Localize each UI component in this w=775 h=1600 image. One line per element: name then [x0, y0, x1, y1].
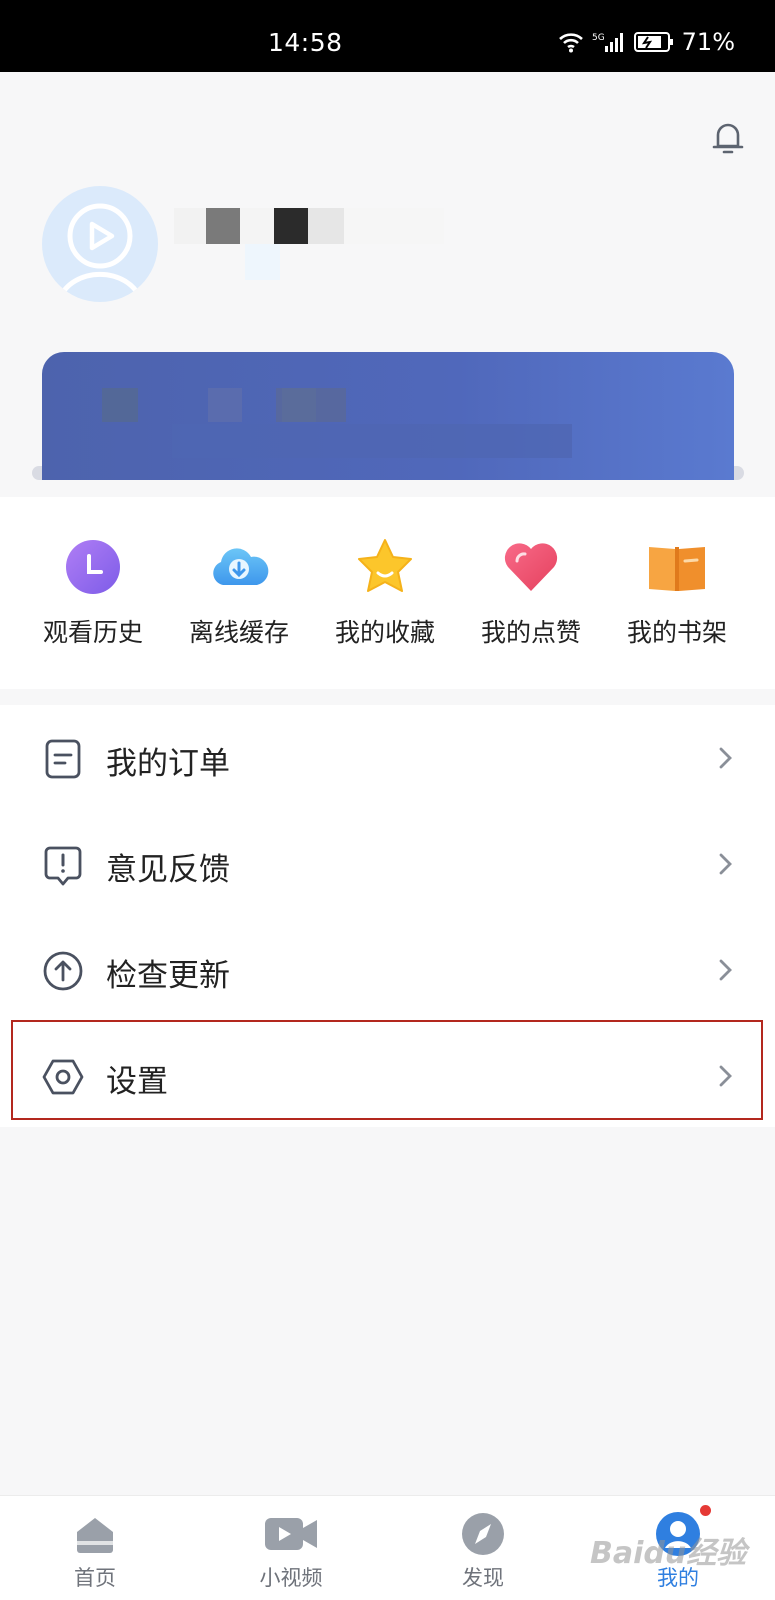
quick-offline-cache[interactable]: 离线缓存 [166, 535, 312, 649]
nav-discover[interactable]: 发现 [423, 1510, 543, 1592]
quick-label: 离线缓存 [188, 618, 289, 647]
watermark: Baidu经验 [590, 1536, 747, 1571]
status-time: 14:58 [268, 28, 343, 57]
order-icon [45, 739, 81, 779]
username-redacted [174, 208, 454, 244]
status-bar: 14:58 5G 71% [0, 0, 775, 72]
battery-percent: 71% [681, 28, 735, 56]
quick-label: 我的收藏 [334, 618, 435, 647]
heart-icon [504, 543, 558, 591]
chevron-right-icon [719, 853, 732, 875]
menu-item-feedback[interactable]: 意见反馈 [0, 811, 775, 917]
notification-dot [700, 1505, 711, 1516]
nav-home[interactable]: 首页 [35, 1510, 155, 1592]
book-icon [649, 547, 705, 591]
nav-label: 发现 [462, 1566, 504, 1590]
quick-my-favorites[interactable]: 我的收藏 [312, 535, 458, 649]
menu-label: 设置 [106, 1064, 168, 1100]
nav-short-video[interactable]: 小视频 [231, 1510, 351, 1592]
update-icon [43, 951, 83, 991]
star-icon [358, 539, 412, 592]
wifi-icon [558, 33, 583, 53]
member-banner[interactable] [42, 352, 734, 480]
svg-text:5G: 5G [592, 33, 605, 43]
battery-icon [633, 32, 673, 52]
quick-my-likes[interactable]: 我的点赞 [458, 535, 604, 649]
avatar[interactable] [42, 186, 158, 302]
home-icon [77, 1518, 113, 1553]
status-icons: 5G 71% [558, 28, 735, 56]
menu-label: 我的订单 [106, 746, 230, 782]
quick-tools: 观看历史 离线缓存 我的收藏 我的点赞 我的书架 [0, 497, 775, 689]
menu-item-my-orders[interactable]: 我的订单 [0, 705, 775, 811]
menu-label: 检查更新 [106, 958, 230, 994]
feedback-icon [44, 846, 82, 886]
clock-icon [66, 540, 120, 594]
menu-label: 意见反馈 [106, 852, 230, 888]
quick-watch-history[interactable]: 观看历史 [20, 535, 166, 649]
settings-icon [42, 1059, 84, 1095]
nav-label: 小视频 [259, 1566, 323, 1590]
bell-icon[interactable] [708, 118, 748, 158]
signal-icon: 5G [592, 33, 623, 52]
menu-item-check-update[interactable]: 检查更新 [0, 917, 775, 1023]
settings-menu: 我的订单 意见反馈 检查更新 设置 [0, 705, 775, 1127]
compass-icon [462, 1513, 504, 1555]
quick-label: 我的书架 [626, 618, 727, 647]
quick-my-bookshelf[interactable]: 我的书架 [604, 535, 750, 649]
video-icon [265, 1518, 317, 1550]
chevron-right-icon [719, 959, 732, 981]
cloud-download-icon [213, 548, 269, 585]
nav-label: 首页 [74, 1566, 116, 1590]
quick-label: 观看历史 [42, 618, 143, 647]
user-subtitle-redacted [245, 244, 280, 280]
avatar-play-icon [57, 203, 143, 300]
chevron-right-icon [719, 1065, 732, 1087]
chevron-right-icon [719, 747, 732, 769]
quick-label: 我的点赞 [480, 618, 581, 647]
menu-item-settings[interactable]: 设置 [0, 1023, 775, 1129]
